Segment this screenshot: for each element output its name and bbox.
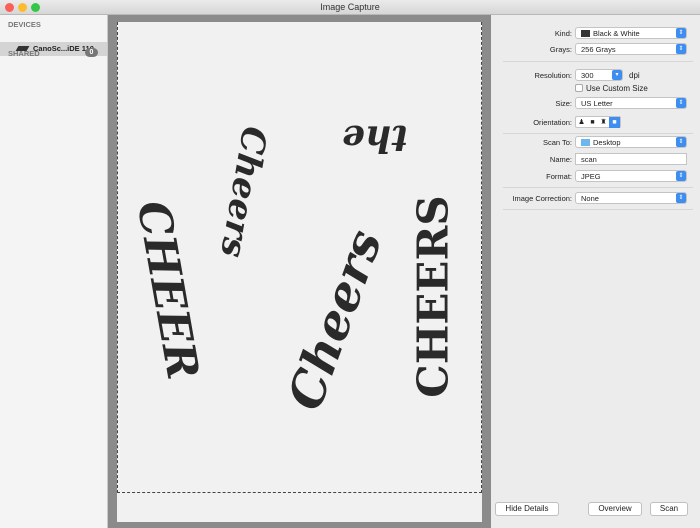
portrait-icon[interactable]: ♟ <box>576 117 587 128</box>
settings-panel: Kind: Black & White ⇕ Grays: 256 Grays ⇕ R… <box>491 15 700 528</box>
chevron-updown-icon: ⇕ <box>676 98 686 108</box>
scan-button[interactable]: Scan <box>650 502 688 516</box>
image-correction-label: Image Correction: <box>512 194 572 203</box>
scan-preview[interactable]: CHEER Cheers Cheers the CHEERS <box>108 15 491 528</box>
chevron-updown-icon: ⇕ <box>676 171 686 181</box>
chevron-updown-icon: ⇕ <box>676 137 686 147</box>
format-label: Format: <box>546 172 572 181</box>
custom-size-label: Use Custom Size <box>586 84 648 93</box>
landscape-left-icon[interactable]: ■ <box>587 117 598 128</box>
divider <box>503 209 693 210</box>
size-label: Size: <box>555 99 572 108</box>
divider <box>503 133 693 134</box>
overview-button[interactable]: Overview <box>588 502 642 516</box>
orientation-selector[interactable]: ♟ ■ ♜ ■ <box>575 116 621 128</box>
name-label: Name: <box>549 155 572 164</box>
hide-details-button[interactable]: Hide Details <box>495 502 559 516</box>
folder-icon <box>581 139 590 146</box>
orientation-label: Orientation: <box>533 118 572 127</box>
chevron-updown-icon: ⇕ <box>676 193 686 203</box>
window-title: Image Capture <box>320 2 380 12</box>
dpi-label: dpi <box>629 71 640 80</box>
kind-popup[interactable]: Black & White ⇕ <box>575 27 687 39</box>
portrait-inverted-icon[interactable]: ♜ <box>598 117 609 128</box>
grays-label: Grays: <box>549 45 572 54</box>
shared-count-badge: 0 <box>85 48 98 57</box>
sidebar: DEVICES CanoSc...iDE 110 SHARED 0 <box>0 15 108 528</box>
close-button[interactable] <box>5 3 14 12</box>
minimize-button[interactable] <box>18 3 27 12</box>
divider <box>503 187 693 188</box>
divider <box>503 61 693 62</box>
bw-icon <box>581 30 590 37</box>
shared-header: SHARED <box>8 49 40 58</box>
chevron-down-icon: ▾ <box>612 70 622 80</box>
zoom-button[interactable] <box>31 3 40 12</box>
size-popup[interactable]: US Letter ⇕ <box>575 97 687 109</box>
resolution-label: Resolution: <box>534 71 572 80</box>
custom-size-checkbox[interactable] <box>575 84 583 92</box>
landscape-right-icon[interactable]: ■ <box>609 117 620 128</box>
scan-to-popup[interactable]: Desktop ⇕ <box>575 136 687 148</box>
format-popup[interactable]: JPEG ⇕ <box>575 170 687 182</box>
name-field[interactable]: scan <box>575 153 687 165</box>
devices-header: DEVICES <box>8 20 41 29</box>
title-bar: Image Capture <box>0 0 700 15</box>
kind-label: Kind: <box>554 29 572 38</box>
scanned-page: CHEER Cheers Cheers the CHEERS <box>117 22 482 522</box>
scan-to-label: Scan To: <box>542 138 572 147</box>
grays-popup[interactable]: 256 Grays ⇕ <box>575 43 687 55</box>
chevron-updown-icon: ⇕ <box>676 28 686 38</box>
image-correction-popup[interactable]: None ⇕ <box>575 192 687 204</box>
chevron-updown-icon: ⇕ <box>676 44 686 54</box>
selection-rectangle[interactable] <box>117 22 482 493</box>
resolution-combo[interactable]: 300 ▾ <box>575 69 623 81</box>
